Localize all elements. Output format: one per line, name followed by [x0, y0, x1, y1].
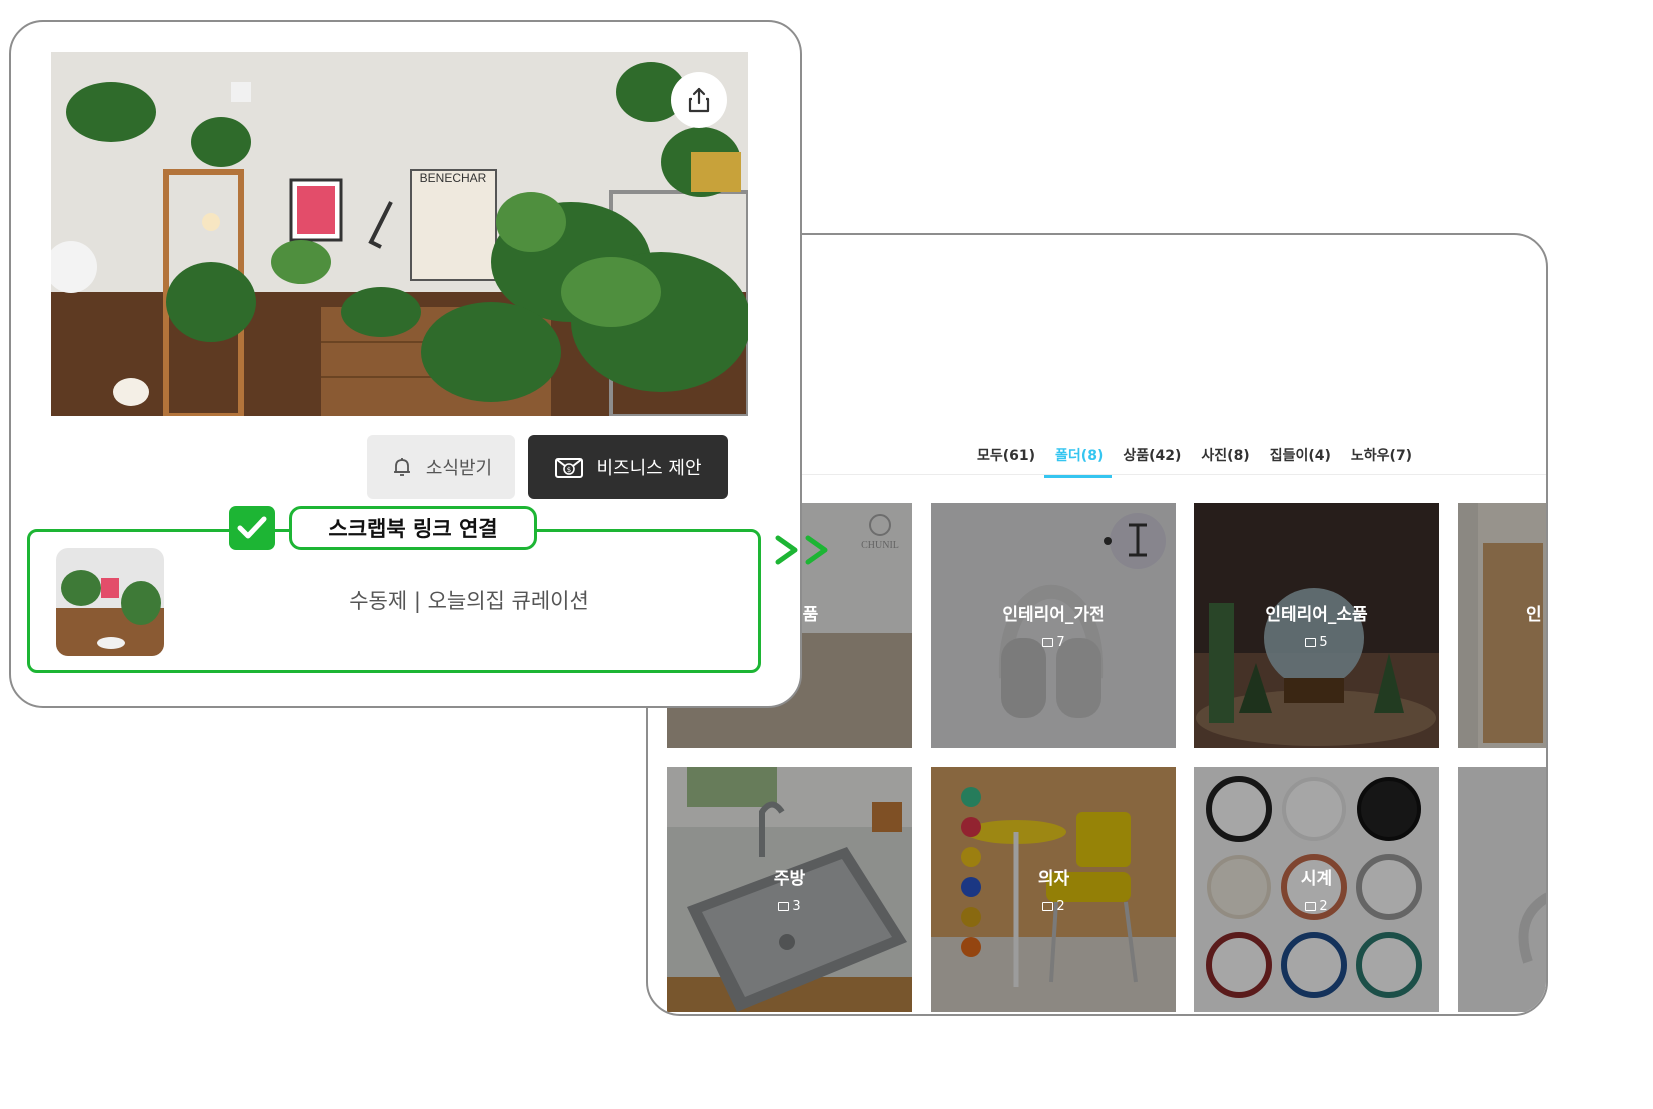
folder-tile-partial[interactable]: 인	[1458, 503, 1546, 748]
business-label: 비즈니스 제안	[596, 458, 702, 479]
tile-overlay	[667, 767, 912, 1012]
tile-overlay	[1194, 767, 1439, 1012]
scrapbook-link-label: 스크랩북 링크 연결	[289, 506, 537, 550]
share-icon	[688, 87, 710, 113]
share-button[interactable]	[671, 72, 727, 128]
folder-tile-clocks[interactable]: 시계 2	[1194, 767, 1439, 1012]
folder-tile-chairs[interactable]: 의자 2	[931, 767, 1176, 1012]
folder-title: 인테리어_소품	[1265, 605, 1368, 625]
folder-count-value: 2	[1056, 899, 1065, 914]
tile-overlay	[1458, 767, 1546, 1012]
tile-overlay	[1458, 503, 1546, 748]
check-icon	[229, 506, 275, 550]
svg-text:$: $	[567, 466, 571, 474]
follow-label: 소식받기	[425, 458, 493, 479]
scrapbook-link-card[interactable]: 수동제 | 오늘의집 큐레이션	[27, 529, 761, 673]
plants-room-image: BENECHAR	[51, 52, 748, 416]
folder-count-value: 7	[1056, 635, 1065, 650]
folder-title: 주방	[773, 869, 806, 889]
folder-count: 2	[931, 899, 1176, 914]
photos-icon	[1305, 638, 1317, 647]
folder-tile-decor[interactable]: 인테리어_소품 5	[1194, 503, 1439, 748]
folder-count: 5	[1194, 635, 1439, 650]
folder-tile-appliances[interactable]: 인테리어_가전 7	[931, 503, 1176, 748]
tile-overlay	[931, 503, 1176, 748]
double-chevron-right-icon	[775, 535, 828, 565]
tile-overlay	[1194, 503, 1439, 748]
profile-card: BENECHAR 소식받기 $ 비즈니스 제안 수동제 | 오늘의집 큐레이션 …	[9, 20, 802, 708]
photos-icon	[1042, 902, 1054, 911]
tile-overlay	[931, 767, 1176, 1012]
folder-count: 7	[931, 635, 1176, 650]
scrapbook-link-title: 수동제 | 오늘의집 큐레이션	[349, 589, 589, 613]
folder-count-value: 2	[1319, 899, 1328, 914]
folder-tile-partial[interactable]	[1458, 767, 1546, 1012]
photos-icon	[1305, 902, 1317, 911]
follow-button[interactable]: 소식받기	[367, 435, 515, 499]
business-proposal-button[interactable]: $ 비즈니스 제안	[528, 435, 728, 499]
folder-title: 시계	[1300, 869, 1333, 889]
folder-title: 의자	[1037, 869, 1070, 889]
photos-icon	[1042, 638, 1054, 647]
bell-icon	[390, 455, 414, 479]
interior-photo: BENECHAR	[51, 52, 748, 416]
photos-icon	[778, 902, 790, 911]
folder-count-value: 5	[1319, 635, 1328, 650]
folder-title: 제품	[787, 605, 819, 625]
folder-count: 3	[667, 899, 912, 914]
folder-count-value: 3	[792, 899, 801, 914]
folder-tile-kitchen[interactable]: 주방 3	[667, 767, 912, 1012]
folder-title: 인테리어_가전	[1002, 605, 1105, 625]
folder-title: 인	[1526, 605, 1542, 625]
folder-count: 2	[1194, 899, 1439, 914]
briefcase-icon: $	[554, 455, 584, 479]
poster-text: BENECHAR	[420, 171, 487, 185]
scrapbook-thumbnail	[56, 548, 164, 656]
